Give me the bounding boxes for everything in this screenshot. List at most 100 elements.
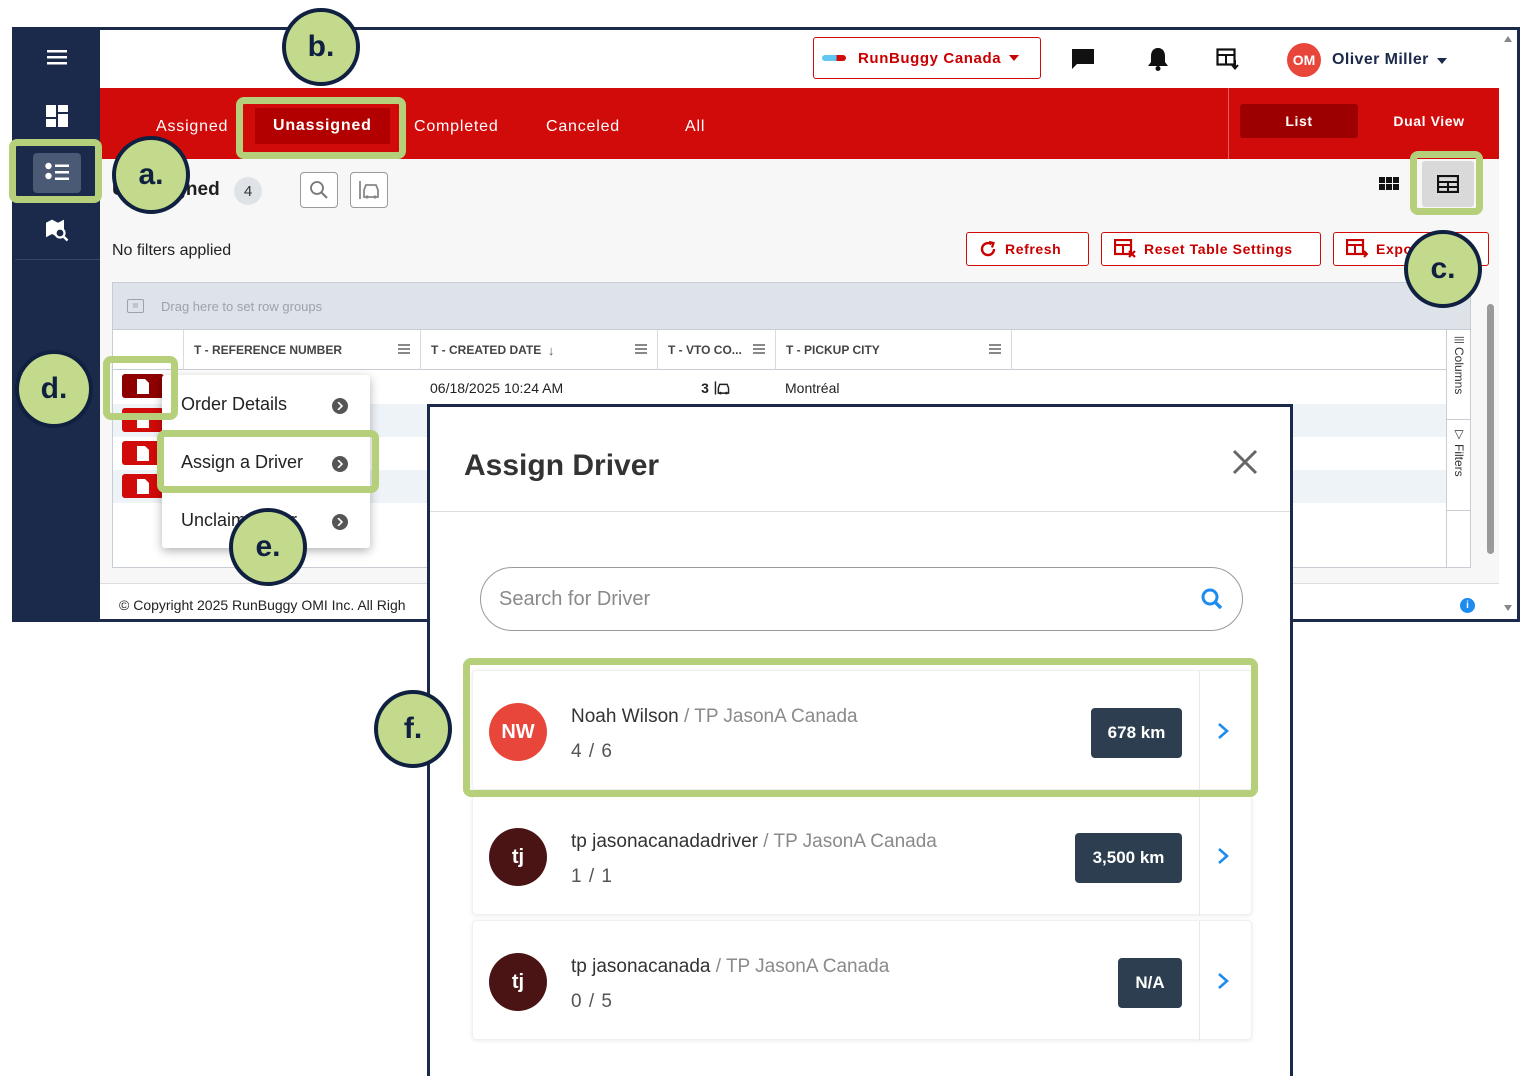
grid-view-toggle[interactable]: [1363, 161, 1415, 207]
user-menu[interactable]: Oliver Miller: [1332, 51, 1447, 69]
chevron-right-icon: [332, 398, 348, 414]
driver-avatar: NW: [489, 703, 547, 761]
driver-distance-badge: N/A: [1118, 958, 1182, 1008]
chevron-right-icon[interactable]: [1217, 847, 1229, 865]
row-actions-button[interactable]: [122, 441, 164, 465]
chevron-down-icon: [1436, 58, 1447, 64]
columns-panel-toggle[interactable]: ||| Columns: [1447, 330, 1470, 420]
menu-item-order-details[interactable]: Order Details: [181, 394, 287, 415]
row-actions-button[interactable]: [122, 408, 164, 432]
sidebar-item-map-search[interactable]: [33, 210, 81, 250]
sort-arrow-icon: ↓: [547, 342, 555, 358]
driver-search-input[interactable]: [499, 587, 1139, 611]
chevron-right-icon[interactable]: [1217, 972, 1229, 990]
vto-count-cell: 3: [657, 371, 775, 404]
vto-count: 3: [701, 379, 709, 396]
user-avatar[interactable]: OM: [1287, 43, 1321, 77]
callout-c: c.: [1404, 230, 1482, 308]
sidebar-item-dashboard[interactable]: [33, 96, 81, 136]
table-export-button[interactable]: [1213, 44, 1243, 74]
columns-label: Columns: [1452, 347, 1466, 395]
tab-canceled[interactable]: Canceled: [546, 118, 620, 136]
refresh-button[interactable]: Refresh: [966, 232, 1089, 266]
dual-view-button[interactable]: Dual View: [1370, 104, 1488, 138]
menu-toggle-button[interactable]: [33, 37, 81, 77]
driver-company: / TP JasonA Canada: [710, 956, 890, 977]
modal-title: Assign Driver: [464, 449, 660, 482]
driver-search: [480, 567, 1243, 631]
pickup-city-cell: Montréal: [785, 379, 840, 396]
chevron-right-icon: [332, 514, 348, 530]
company-select[interactable]: RunBuggy Canada: [813, 37, 1041, 79]
reset-table-settings-button[interactable]: Reset Table Settings: [1101, 232, 1321, 266]
row-actions-button[interactable]: [122, 474, 164, 498]
driver-avatar: tj: [489, 828, 547, 886]
callout-b: b.: [282, 8, 360, 86]
callout-e: e.: [229, 508, 307, 586]
search-icon: [310, 181, 328, 199]
refresh-icon: [980, 240, 996, 257]
reset-table-settings-label: Reset Table Settings: [1144, 241, 1293, 257]
hamburger-icon: [47, 50, 67, 65]
scroll-down-icon[interactable]: [1504, 605, 1512, 611]
column-header-created-date[interactable]: T - CREATED DATE ↓: [420, 330, 657, 370]
document-icon: [137, 445, 149, 461]
annotated-screenshot: RunBuggy Canada OM Oliver Miller Assigne…: [0, 0, 1525, 1076]
column-label: T - REFERENCE NUMBER: [194, 343, 343, 357]
user-name: Oliver Miller: [1332, 51, 1429, 68]
info-icon[interactable]: i: [1460, 598, 1475, 613]
messages-button[interactable]: [1068, 44, 1098, 74]
dashboard-icon: [46, 105, 68, 127]
callout-f: f.: [374, 690, 452, 768]
notifications-button[interactable]: [1143, 44, 1173, 74]
columns-icon: |||: [1453, 336, 1465, 344]
car-icon: [714, 380, 730, 395]
close-icon[interactable]: [1230, 447, 1260, 477]
scroll-up-icon[interactable]: [1504, 36, 1512, 42]
tab-all[interactable]: All: [685, 118, 705, 136]
tab-completed[interactable]: Completed: [414, 118, 499, 136]
chevron-right-icon: [332, 456, 348, 472]
company-select-label: RunBuggy Canada: [858, 49, 1002, 67]
search-button[interactable]: [300, 172, 338, 208]
vehicle-filter-button[interactable]: [350, 172, 388, 208]
column-header-vto-count[interactable]: T - VTO CO...: [657, 330, 775, 370]
driver-name-text: Noah Wilson: [571, 706, 679, 727]
driver-name: tp jasonacanadadriver / TP JasonA Canada: [571, 831, 937, 853]
column-header-reference[interactable]: T - REFERENCE NUMBER: [183, 330, 420, 370]
tab-bar: Assigned Unassigned Completed Canceled A…: [100, 88, 1499, 159]
driver-name-text: tp jasonacanadadriver: [571, 831, 758, 852]
row-group-placeholder: Drag here to set row groups: [161, 298, 323, 314]
driver-card[interactable]: tj tp jasonacanadadriver / TP JasonA Can…: [472, 795, 1252, 916]
copyright-text: © Copyright 2025 RunBuggy OMI Inc. All R…: [119, 596, 406, 613]
chevron-right-icon[interactable]: [1217, 722, 1229, 740]
table-header: T - REFERENCE NUMBER T - CREATED DATE ↓ …: [113, 330, 1446, 370]
column-menu-icon[interactable]: [989, 344, 1001, 354]
menu-item-assign-driver[interactable]: Assign a Driver: [181, 452, 303, 473]
tab-unassigned[interactable]: Unassigned: [255, 108, 390, 144]
table-scrollbar[interactable]: [1487, 304, 1494, 554]
driver-load: 0 / 5: [571, 991, 613, 1012]
column-menu-icon[interactable]: [635, 344, 647, 354]
row-group-dropzone[interactable]: ▤ Drag here to set row groups: [113, 283, 1470, 330]
table-reset-icon: [1114, 239, 1136, 258]
tab-assigned[interactable]: Assigned: [156, 118, 228, 136]
sidebar: [15, 30, 100, 619]
column-menu-icon[interactable]: [398, 344, 410, 354]
column-menu-icon[interactable]: [753, 344, 765, 354]
column-label: T - CREATED DATE: [431, 343, 542, 357]
search-icon[interactable]: [1200, 587, 1224, 611]
filters-panel-toggle[interactable]: ▽ Filters: [1447, 421, 1470, 511]
chevron-down-icon: [1009, 55, 1020, 61]
list-view-button[interactable]: List: [1240, 104, 1358, 138]
order-count-badge: 4: [234, 177, 262, 205]
chat-icon: [1072, 49, 1094, 69]
sidebar-item-orders[interactable]: [33, 153, 81, 193]
filters-label: Filters: [1452, 444, 1466, 478]
driver-card[interactable]: tj tp jasonacanada / TP JasonA Canada 0 …: [472, 920, 1252, 1041]
row-actions-button[interactable]: [122, 374, 164, 398]
window-scrollbar[interactable]: [1499, 30, 1517, 619]
table-view-toggle[interactable]: [1422, 161, 1474, 207]
driver-card[interactable]: NW Noah Wilson / TP JasonA Canada 4 / 6 …: [472, 670, 1252, 791]
column-header-pickup-city[interactable]: T - PICKUP CITY: [775, 330, 1012, 370]
